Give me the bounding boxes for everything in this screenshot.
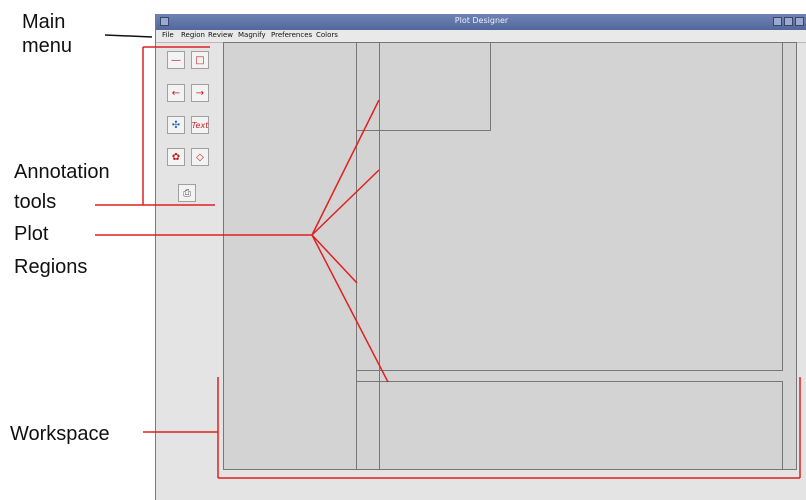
- plot-region-bottom[interactable]: [356, 381, 783, 470]
- maximize-icon[interactable]: [784, 17, 793, 26]
- arrow-right-icon[interactable]: →: [191, 84, 209, 102]
- annotation-tools-label-line1: Annotation: [14, 161, 110, 183]
- menu-region[interactable]: Region: [181, 31, 205, 39]
- title-bar: Plot Designer: [156, 14, 806, 30]
- annotation-tools-label: Annotation tools: [14, 160, 110, 214]
- main-menu-label: Main menu: [22, 10, 72, 58]
- color-palette-icon[interactable]: ✣: [167, 116, 185, 134]
- workspace-label: Workspace: [10, 422, 110, 446]
- menu-file[interactable]: File: [162, 31, 174, 39]
- print-icon[interactable]: ⎙: [178, 184, 196, 202]
- plot-regions-label-line1: Plot: [14, 223, 49, 245]
- plot-regions-label-line2: Regions: [14, 256, 88, 278]
- workspace-label-text: Workspace: [10, 423, 110, 445]
- text-tool-icon[interactable]: Text: [191, 116, 209, 134]
- window-title: Plot Designer: [454, 16, 509, 25]
- menu-preferences[interactable]: Preferences: [271, 31, 312, 39]
- plot-regions-label: Plot Regions: [14, 222, 87, 279]
- main-menu-label-line2: menu: [22, 35, 73, 57]
- rectangle-tool-icon[interactable]: □: [191, 51, 209, 69]
- main-menu-leader: [104, 34, 153, 38]
- menu-magnify[interactable]: Magnify: [238, 31, 266, 39]
- minimize-icon[interactable]: [773, 17, 782, 26]
- close-icon[interactable]: [795, 17, 804, 26]
- eraser-tool-icon[interactable]: ◇: [191, 148, 209, 166]
- plot-designer-window: Plot Designer File Region Review Magnify…: [155, 14, 806, 500]
- menu-colors[interactable]: Colors: [316, 31, 338, 39]
- annotation-tools-label-line2: tools: [14, 191, 57, 213]
- menu-review[interactable]: Review: [208, 31, 233, 39]
- stamp-tool-icon[interactable]: ✿: [167, 148, 185, 166]
- line-tool-icon[interactable]: —: [167, 51, 185, 69]
- arrow-left-icon[interactable]: ←: [167, 84, 185, 102]
- main-menu-label-line1: Main: [22, 11, 66, 33]
